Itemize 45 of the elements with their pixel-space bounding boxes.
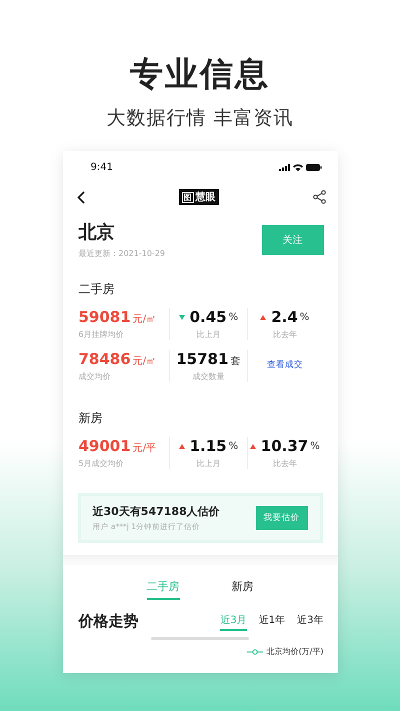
view-deals-link[interactable]: 查看成交 — [266, 359, 303, 371]
count-unit: 套 — [230, 355, 240, 368]
price-value: 49001 — [78, 437, 131, 455]
section-title: 新房 — [78, 410, 104, 427]
percent-sign: % — [228, 440, 238, 452]
update-date: 最近更新：2021-10-29 — [78, 248, 165, 259]
wifi-icon — [292, 164, 302, 170]
headline: 专业信息 — [130, 53, 270, 95]
legend-label: 北京均价(万/平) — [266, 646, 324, 657]
back-icon[interactable] — [76, 190, 84, 204]
legend-line-icon — [246, 648, 263, 654]
percent-sign: % — [310, 440, 320, 452]
tab[interactable]: 新房 — [232, 579, 254, 600]
metric-label: 比上月 — [196, 458, 220, 469]
app-logo: 图 慧眼 — [178, 189, 218, 205]
range-tab[interactable]: 近1年 — [258, 612, 286, 630]
percent-sign: % — [228, 312, 238, 322]
metric-label: 比去年 — [272, 329, 297, 340]
metric-label: 比上月 — [196, 329, 220, 340]
share-icon[interactable] — [312, 190, 326, 204]
status-time: 9:41 — [90, 162, 113, 172]
change-value: 2.4 — [271, 308, 298, 326]
section-title: 二手房 — [78, 281, 116, 298]
range-tab[interactable]: 近3年 — [297, 612, 324, 630]
price-unit: 元/平 — [132, 442, 156, 455]
price-unit: 元/㎡ — [132, 313, 156, 326]
count-value: 15781 — [176, 350, 228, 368]
metric-label: 5月成交均价 — [78, 458, 124, 469]
subtitle: 大数据行情 丰富资讯 — [106, 106, 294, 131]
metric-label: 比去年 — [272, 458, 297, 469]
metric-label: 成交均价 — [78, 371, 110, 382]
city-name: 北京 — [78, 221, 116, 244]
change-value: 10.37 — [260, 437, 308, 455]
price-value: 78486 — [78, 350, 131, 368]
estimate-title: 近30天有547188人估价 — [92, 504, 220, 519]
price-unit: 元/㎡ — [132, 355, 156, 368]
price-value: 59081 — [78, 308, 131, 326]
change-value: 0.45 — [190, 308, 227, 326]
signal-icon — [278, 164, 290, 170]
battery-icon — [306, 164, 322, 170]
metric-label: 6月挂牌均价 — [78, 329, 124, 340]
change-value: 1.15 — [190, 437, 227, 455]
metric-label: 成交数量 — [192, 371, 224, 382]
trend-title: 价格走势 — [78, 612, 138, 631]
percent-sign: % — [300, 312, 310, 322]
